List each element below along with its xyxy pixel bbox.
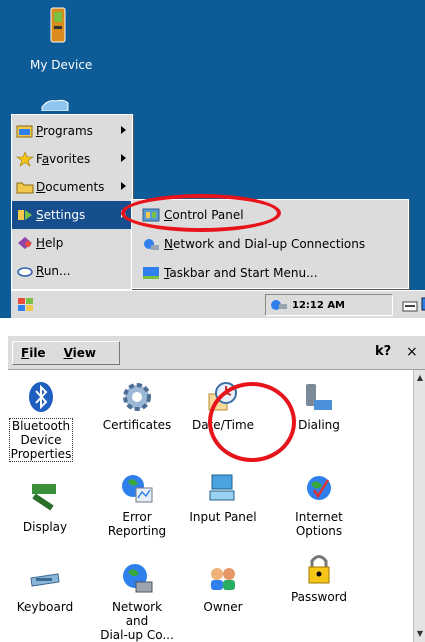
cp-item-internet-options[interactable]: Internet Options (280, 472, 358, 538)
folder-icon (16, 182, 34, 194)
control-panel-highlight-ring (121, 194, 281, 232)
start-menu-documents[interactable]: Documents (12, 173, 132, 201)
submenu-arrow-icon (121, 154, 126, 162)
close-button[interactable]: × (406, 344, 418, 360)
taskbar-clock[interactable]: 12:12 AM (292, 300, 345, 311)
my-device-label: My Device (30, 58, 93, 72)
menu-view[interactable]: View (64, 346, 96, 360)
taskbar: 12:12 AM (11, 290, 425, 318)
keyboard-icon[interactable] (401, 296, 419, 314)
cp-item-label: Error Reporting (107, 510, 167, 538)
cp-item-label: Display (22, 520, 68, 534)
menu-file[interactable]: File (21, 346, 46, 360)
cp-item-label: Certificates (102, 418, 172, 432)
lock-icon (308, 555, 330, 584)
scroll-down-arrow-icon[interactable]: ▼ (415, 628, 425, 640)
help-book-icon (18, 237, 32, 249)
cp-item-input-panel[interactable]: Input Panel (184, 472, 262, 524)
menu-group: File View (12, 341, 120, 365)
cp-item-label: Owner (203, 600, 243, 614)
cp-item-label: Bluetooth Device Properties (8, 418, 74, 462)
submenu-item-label: Taskbar and Start Menu... (164, 266, 318, 280)
internet-globe-icon (307, 476, 331, 500)
submenu-arrow-icon (121, 182, 126, 190)
start-menu: Programs Favorites Documents Settings He… (11, 114, 133, 290)
settings-icon (18, 210, 32, 220)
desktop-toggle-icon[interactable] (421, 296, 425, 314)
cp-item-label: Dialing (298, 418, 340, 432)
help-button[interactable]: k? (375, 344, 391, 359)
cp-item-bluetooth[interactable]: Bluetooth Device Properties (2, 380, 80, 462)
dialing-phone-icon (306, 384, 332, 410)
cp-item-password[interactable]: Password (280, 552, 358, 604)
start-menu-settings[interactable]: Settings (12, 201, 132, 229)
cp-item-label: Internet Options (295, 510, 343, 538)
cp-item-label: Input Panel (189, 510, 257, 524)
menu-bar: File View k? × (8, 336, 425, 370)
start-menu-help[interactable]: Help (12, 229, 132, 257)
network-globe-icon (123, 564, 153, 593)
network-icon (144, 239, 159, 250)
cp-item-label: Password (290, 590, 348, 604)
certificates-gear-icon (123, 383, 151, 411)
desktop-screenshot: My Device Programs Favorites Documents S… (0, 0, 425, 318)
start-menu-item-label: Programs (36, 124, 93, 138)
scroll-up-arrow-icon[interactable]: ▲ (415, 372, 425, 384)
input-panel-icon (209, 474, 235, 501)
cp-item-label: Network and Dial-up Co... (100, 600, 174, 642)
start-menu-item-label: Help (36, 236, 64, 250)
control-panel-screenshot: File View k? × Bluetooth Device Properties… (0, 336, 425, 642)
submenu-taskbar[interactable]: Taskbar and Start Menu... (132, 259, 408, 287)
start-menu-favorites[interactable]: Favorites (12, 145, 132, 173)
start-windows-icon[interactable] (15, 295, 37, 315)
start-menu-programs[interactable]: Programs (12, 117, 132, 145)
taskbar-icon (143, 267, 159, 279)
submenu-item-label: Network and Dial-up Connections (164, 237, 366, 251)
submenu-arrow-icon (121, 126, 126, 134)
cp-item-keyboard[interactable]: Keyboard (6, 562, 84, 614)
cp-item-network-dialup[interactable]: Network and Dial-up Co... (98, 562, 176, 642)
my-device-icon[interactable] (48, 6, 68, 46)
cp-item-display[interactable]: Display (6, 482, 84, 534)
cp-item-owner[interactable]: Owner (184, 562, 262, 614)
star-icon (16, 151, 34, 167)
cp-item-error-reporting[interactable]: Error Reporting (98, 472, 176, 538)
vertical-scrollbar[interactable]: ▲ ▼ (413, 370, 425, 642)
bluetooth-icon (29, 382, 53, 412)
programs-icon (16, 125, 33, 138)
display-icon (32, 484, 56, 511)
keyboard-icon (30, 573, 60, 587)
start-menu-run[interactable]: Run... (12, 257, 132, 285)
submenu-network[interactable]: Network and Dial-up Connections (132, 230, 408, 258)
system-tray: 12:12 AM (265, 294, 393, 316)
connection-icon[interactable] (270, 298, 288, 312)
run-icon (17, 267, 33, 277)
error-reporting-icon (122, 475, 153, 503)
date-time-highlight-ring (208, 382, 296, 462)
start-menu-item-label: Settings (36, 208, 86, 222)
owner-people-icon (211, 568, 235, 590)
desktop-folder-icon[interactable] (40, 97, 70, 111)
cp-item-certificates[interactable]: Certificates (98, 380, 176, 432)
start-menu-item-label: Run... (36, 264, 71, 278)
start-menu-item-label: Documents (36, 180, 105, 194)
cp-item-label: Keyboard (16, 600, 74, 614)
start-menu-item-label: Favorites (36, 152, 91, 166)
